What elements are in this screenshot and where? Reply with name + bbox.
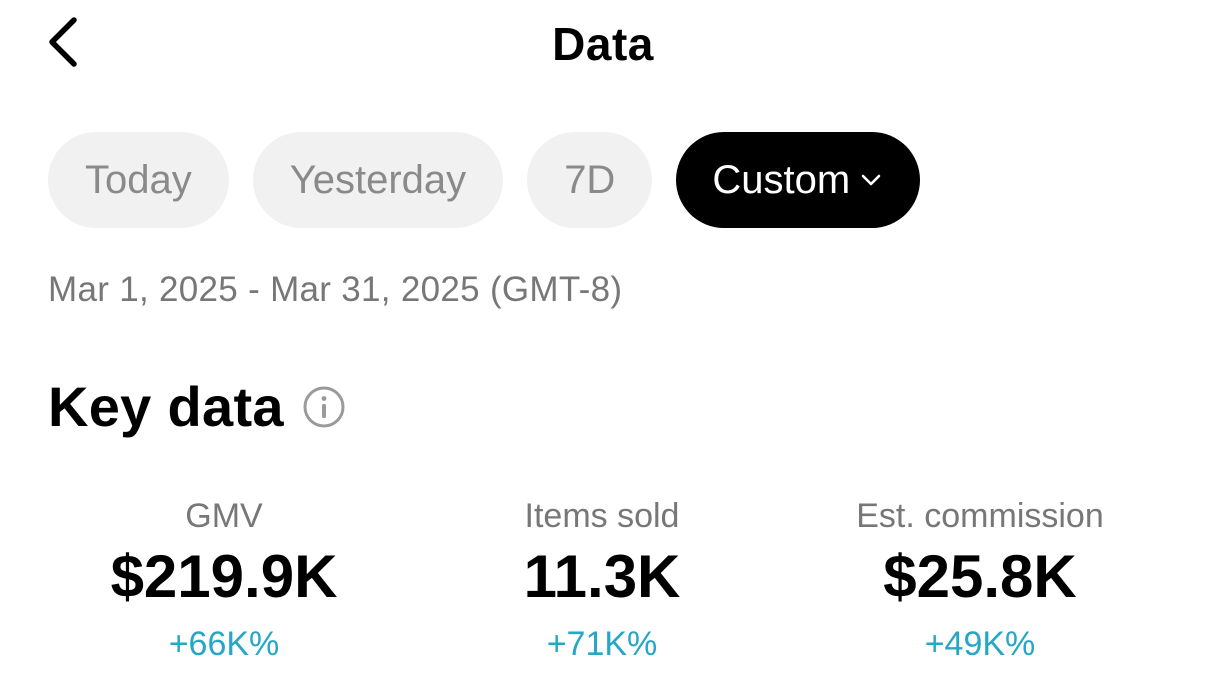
metric-label: Est. commission xyxy=(856,497,1104,535)
tab-custom-label: Custom xyxy=(712,157,851,202)
metric-value: 11.3K xyxy=(523,543,681,610)
tab-7d[interactable]: 7D xyxy=(527,132,653,228)
page-title: Data xyxy=(552,18,654,70)
date-range-text: Mar 1, 2025 - Mar 31, 2025 (GMT-8) xyxy=(48,270,623,309)
metric-gmv[interactable]: GMV $219.9K +66K% xyxy=(44,494,404,666)
data-screen: Data Today Yesterday 7D Custom Mar 1, 20… xyxy=(0,0,1206,681)
metric-change: +66K% xyxy=(168,625,280,663)
key-metrics: GMV $219.9K +66K% Items sold 11.3K +71K%… xyxy=(0,494,1206,674)
tab-today-label: Today xyxy=(85,157,192,202)
tab-today[interactable]: Today xyxy=(48,132,229,228)
metric-label: Items sold xyxy=(524,497,680,535)
metric-value: $219.9K xyxy=(110,543,338,610)
tab-custom[interactable]: Custom xyxy=(676,132,921,228)
metric-change: +71K% xyxy=(546,625,658,663)
metric-value: $25.8K xyxy=(883,543,1077,610)
metric-change: +49K% xyxy=(924,625,1036,663)
info-icon[interactable] xyxy=(302,385,346,429)
chevron-down-icon xyxy=(860,173,882,187)
metric-est-commission[interactable]: Est. commission $25.8K +49K% xyxy=(800,494,1160,666)
tab-yesterday[interactable]: Yesterday xyxy=(252,132,504,228)
metric-label: GMV xyxy=(185,497,263,535)
tab-yesterday-label: Yesterday xyxy=(289,157,467,202)
key-data-header: Key data xyxy=(48,374,346,439)
date-filter-tabs: Today Yesterday 7D Custom xyxy=(48,132,921,228)
key-data-title: Key data xyxy=(48,375,284,438)
metric-items-sold[interactable]: Items sold 11.3K +71K% xyxy=(422,494,782,666)
tab-7d-label: 7D xyxy=(564,157,616,202)
